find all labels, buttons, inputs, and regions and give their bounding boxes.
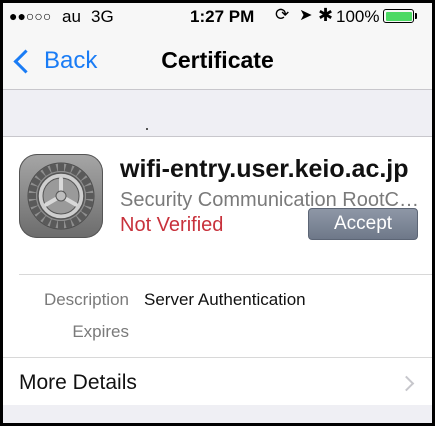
rotation-lock-icon: ⟳ — [275, 5, 290, 24]
expires-label: Expires — [72, 322, 129, 341]
page-title: Certificate — [161, 47, 274, 73]
divider — [3, 357, 432, 358]
description-value: Server Authentication — [144, 290, 306, 309]
clock: 1:27 PM — [190, 7, 255, 26]
carrier-name: au — [62, 7, 81, 26]
battery-percent: 100% — [336, 7, 380, 26]
screen: ●●○○○ au 3G 1:27 PM ⟳ ➤ ✱ 100% Back Cert… — [3, 3, 432, 423]
section-spacer — [3, 90, 432, 136]
accept-button[interactable]: Accept — [308, 208, 418, 240]
status-bar: ●●○○○ au 3G 1:27 PM ⟳ ➤ ✱ 100% — [3, 3, 432, 31]
battery-tip — [415, 13, 417, 19]
location-arrow-icon: ➤ — [299, 7, 313, 24]
divider — [19, 274, 432, 275]
settings-gear-icon — [19, 154, 103, 238]
certificate-name: wifi-entry.user.keio.ac.jp — [120, 155, 409, 183]
verification-status: Not Verified — [120, 214, 224, 236]
navigation-bar: Back Certificate — [3, 35, 432, 89]
signal-strength-icon: ●●○○○ — [9, 8, 52, 24]
battery-fill — [385, 11, 412, 21]
bluetooth-icon: ✱ — [318, 5, 334, 25]
divider — [146, 128, 148, 130]
chevron-right-icon — [398, 375, 415, 392]
network-type: 3G — [91, 7, 114, 26]
description-label: Description — [43, 290, 129, 309]
more-details-row[interactable]: More Details — [19, 371, 137, 395]
certificate-card: wifi-entry.user.keio.ac.jp Security Comm… — [3, 136, 432, 406]
battery-icon — [383, 9, 414, 23]
section-spacer — [3, 405, 432, 423]
